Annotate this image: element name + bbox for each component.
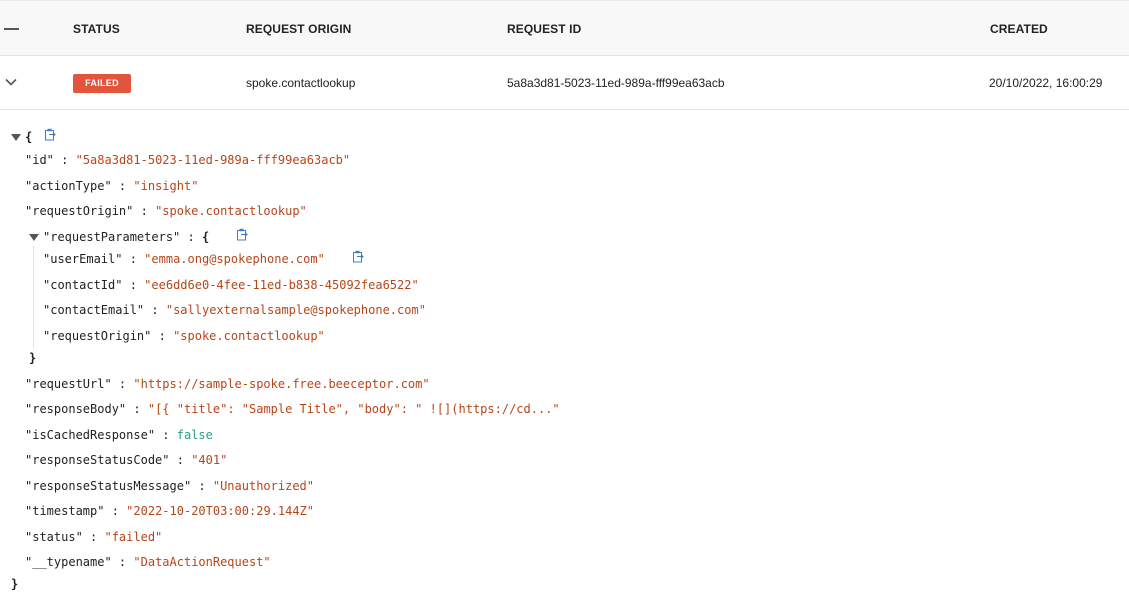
json-row-responsestatuscode: "responseStatusCode" : "401" [25,452,227,468]
json-value: "5a8a3d81-5023-11ed-989a-fff99ea63acb" [75,153,351,167]
json-value: "https://sample-spoke.free.beeceptor.com… [133,377,430,391]
json-sep: : [169,453,192,467]
json-row-status: "status" : "failed" [25,529,162,545]
chevron-down-icon[interactable] [5,76,17,88]
json-value: "ee6dd6e0-4fee-11ed-b838-45092fea6522" [144,278,419,292]
json-key: "contactId" [43,278,123,292]
json-sep: : [191,479,213,493]
json-key: "requestOrigin" [25,204,134,218]
json-key: "__typename" [25,555,112,569]
json-sep: : [144,303,166,317]
json-key: "contactEmail" [43,303,145,317]
header-created[interactable]: CREATED [990,22,1048,36]
json-close-brace: } [29,351,37,365]
json-row-typename: "__typename" : "DataActionRequest" [25,554,271,570]
json-sep: : [111,377,134,391]
json-key: "timestamp" [25,504,105,518]
clipboard-copy-icon[interactable] [236,228,249,241]
header-request-origin[interactable]: REQUEST ORIGIN [246,22,351,36]
table-header: STATUS REQUEST ORIGIN REQUEST ID CREATED [0,0,1129,56]
root-close-brace: } [11,577,19,591]
json-key: "id" [25,153,54,167]
json-row-responsestatusmessage: "responseStatusMessage" : "Unauthorized" [25,478,314,494]
request-origin-cell: spoke.contactlookup [246,76,356,90]
json-sep: : [151,329,174,343]
json-row-contactemail: "contactEmail" : "sallyexternalsample@sp… [43,302,426,318]
triangle-down-icon[interactable] [11,134,21,141]
json-key: "responseBody" [25,402,127,416]
json-sep: : [122,278,145,292]
json-value: "[{ "title": "Sample Title", "body": " !… [147,402,560,416]
json-sep: : [111,555,134,569]
minus-icon[interactable] [4,28,19,30]
json-sep: : [82,530,105,544]
json-value: "failed" [104,530,163,544]
json-sep: : [133,204,156,218]
json-value: "Unauthorized" [212,479,315,493]
json-open-brace: { [201,230,210,244]
json-value: "401" [191,453,228,467]
json-sep: : [155,428,177,442]
clipboard-copy-icon[interactable] [352,250,365,263]
clipboard-copy-icon[interactable] [44,128,57,141]
json-sep: : [104,504,127,518]
json-value: "emma.ong@spokephone.com" [144,252,325,266]
created-cell: 20/10/2022, 16:00:29 [989,76,1103,90]
json-value: "DataActionRequest" [133,555,271,569]
json-row-actiontype: "actionType" : "insight" [25,178,198,194]
request-id-cell: 5a8a3d81-5023-11ed-989a-fff99ea63acb [507,76,725,90]
json-value: "insight" [133,179,199,193]
json-key: "responseStatusCode" [25,453,170,467]
json-row-id: "id" : "5a8a3d81-5023-11ed-989a-fff99ea6… [25,152,350,168]
json-sep: : [53,153,76,167]
json-key: "isCachedResponse" [25,428,156,442]
json-row-requestparameters: "requestParameters" : { [43,229,209,245]
json-value: "spoke.contactlookup" [173,329,325,343]
json-sep: : [180,230,202,244]
root-open-brace: { [25,130,33,144]
json-row-responsebody: "responseBody" : "[{ "title": "Sample Ti… [25,401,560,417]
json-key: "requestOrigin" [43,329,152,343]
json-key: "responseStatusMessage" [25,479,192,493]
json-value: "sallyexternalsample@spokephone.com" [165,303,426,317]
json-sep: : [126,402,148,416]
json-key: "userEmail" [43,252,123,266]
json-key: "requestParameters" [43,230,181,244]
json-sep: : [122,252,145,266]
json-value: false [176,428,213,442]
json-row-requestorigin: "requestOrigin" : "spoke.contactlookup" [25,203,307,219]
json-row-iscachedresponse: "isCachedResponse" : false [25,427,213,443]
table-row[interactable]: FAILED spoke.contactlookup 5a8a3d81-5023… [0,56,1129,110]
json-row-contactid: "contactId" : "ee6dd6e0-4fee-11ed-b838-4… [43,277,419,293]
json-value: "2022-10-20T03:00:29.144Z" [126,504,315,518]
json-key: "requestUrl" [25,377,112,391]
header-request-id[interactable]: REQUEST ID [507,22,581,36]
json-key: "actionType" [25,179,112,193]
status-badge: FAILED [73,74,131,93]
json-row-timestamp: "timestamp" : "2022-10-20T03:00:29.144Z" [25,503,314,519]
header-status[interactable]: STATUS [73,22,120,36]
nesting-guide [33,246,34,348]
json-key: "status" [25,530,83,544]
json-row-nested-requestorigin: "requestOrigin" : "spoke.contactlookup" [43,328,325,344]
json-sep: : [111,179,134,193]
json-value: "spoke.contactlookup" [155,204,307,218]
triangle-down-icon[interactable] [29,234,39,241]
json-row-useremail: "userEmail" : "emma.ong@spokephone.com" [43,251,325,267]
json-row-requesturl: "requestUrl" : "https://sample-spoke.fre… [25,376,430,392]
